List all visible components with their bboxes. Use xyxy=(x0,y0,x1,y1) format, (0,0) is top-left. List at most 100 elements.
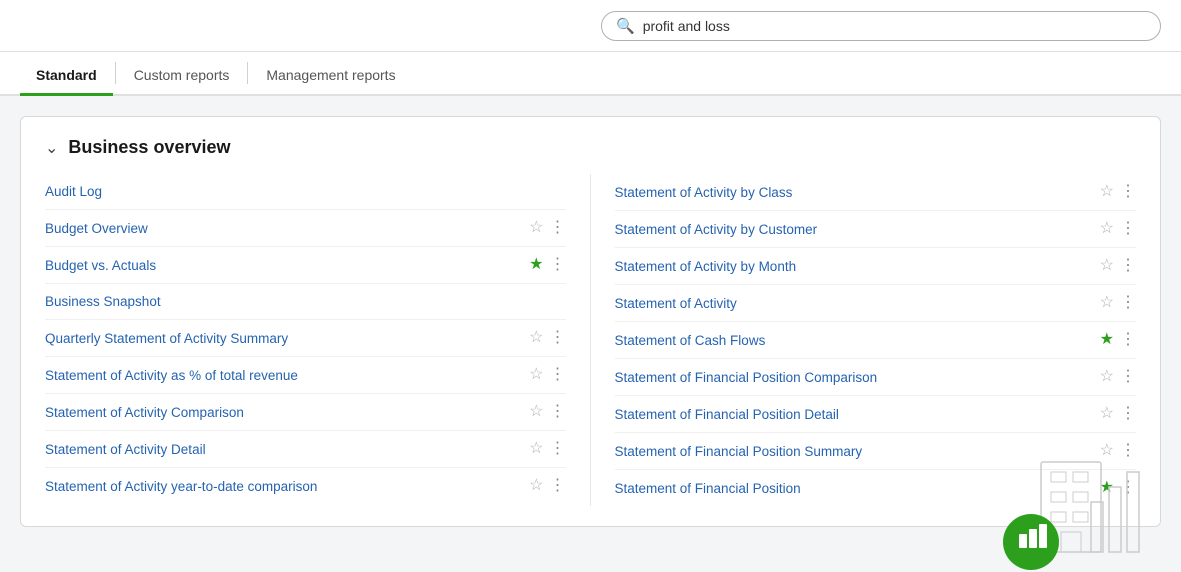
star-icon[interactable]: ☆ xyxy=(1100,295,1114,311)
report-actions: ☆⋮ xyxy=(529,441,565,457)
more-icon[interactable]: ⋮ xyxy=(1120,406,1136,422)
star-icon[interactable]: ☆ xyxy=(1100,184,1114,200)
star-icon[interactable]: ☆ xyxy=(529,330,543,346)
main-content: ⌄ Business overview Audit Log Budget Over… xyxy=(0,96,1181,547)
report-actions: ☆⋮ xyxy=(529,330,565,346)
star-icon[interactable]: ☆ xyxy=(529,478,543,494)
more-icon[interactable]: ⋮ xyxy=(1120,221,1136,237)
report-item[interactable]: Statement of Activity Detail☆⋮ xyxy=(45,431,566,468)
report-item[interactable]: Statement of Activity by Customer☆⋮ xyxy=(615,211,1137,248)
star-icon[interactable]: ☆ xyxy=(1100,369,1114,385)
right-column: Statement of Activity by Class☆⋮Statemen… xyxy=(591,174,1137,506)
star-icon[interactable]: ☆ xyxy=(1100,258,1114,274)
report-actions: ☆⋮ xyxy=(1100,443,1136,459)
report-actions: ★⋮ xyxy=(1100,480,1136,496)
star-icon[interactable]: ☆ xyxy=(1100,221,1114,237)
report-actions: ☆⋮ xyxy=(1100,258,1136,274)
more-icon[interactable]: ⋮ xyxy=(1120,184,1136,200)
star-icon[interactable]: ☆ xyxy=(529,220,543,236)
left-column: Audit LogBudget Overview☆⋮Budget vs. Act… xyxy=(45,174,591,506)
more-icon[interactable]: ⋮ xyxy=(1120,258,1136,274)
tab-standard[interactable]: Standard xyxy=(20,57,113,96)
report-item[interactable]: Statement of Activity by Class☆⋮ xyxy=(615,174,1137,211)
report-name[interactable]: Statement of Activity by Customer xyxy=(615,222,1092,237)
more-icon[interactable]: ⋮ xyxy=(550,220,566,236)
report-actions: ☆⋮ xyxy=(1100,184,1136,200)
more-icon[interactable]: ⋮ xyxy=(550,478,566,494)
report-name[interactable]: Statement of Activity by Month xyxy=(615,259,1092,274)
report-actions: ★⋮ xyxy=(529,257,565,273)
report-item[interactable]: Statement of Activity by Month☆⋮ xyxy=(615,248,1137,285)
report-item[interactable]: Audit Log xyxy=(45,174,566,210)
report-actions: ☆⋮ xyxy=(529,220,565,236)
tab-divider-1 xyxy=(115,62,116,84)
more-icon[interactable]: ⋮ xyxy=(1120,480,1136,496)
report-actions: ★⋮ xyxy=(1100,332,1136,348)
report-item[interactable]: Budget vs. Actuals★⋮ xyxy=(45,247,566,284)
report-name[interactable]: Statement of Financial Position xyxy=(615,481,1092,496)
reports-grid: Audit LogBudget Overview☆⋮Budget vs. Act… xyxy=(45,174,1136,506)
star-icon[interactable]: ☆ xyxy=(1100,443,1114,459)
report-actions: ☆⋮ xyxy=(1100,295,1136,311)
more-icon[interactable]: ⋮ xyxy=(550,367,566,383)
chevron-down-icon: ⌄ xyxy=(45,138,58,158)
report-name[interactable]: Business Snapshot xyxy=(45,294,518,309)
star-icon[interactable]: ★ xyxy=(1100,480,1114,496)
report-name[interactable]: Statement of Activity year-to-date compa… xyxy=(45,479,521,494)
star-icon[interactable]: ★ xyxy=(1100,332,1114,348)
search-input[interactable] xyxy=(643,18,1146,34)
more-icon[interactable]: ⋮ xyxy=(1120,443,1136,459)
star-icon[interactable]: ☆ xyxy=(529,404,543,420)
search-icon: 🔍 xyxy=(616,17,635,35)
report-name[interactable]: Budget vs. Actuals xyxy=(45,258,521,273)
report-item[interactable]: Statement of Activity☆⋮ xyxy=(615,285,1137,322)
section-header[interactable]: ⌄ Business overview xyxy=(45,137,1136,158)
report-actions: ☆⋮ xyxy=(529,367,565,383)
report-item[interactable]: Budget Overview☆⋮ xyxy=(45,210,566,247)
report-name[interactable]: Statement of Activity xyxy=(615,296,1092,311)
report-actions: ☆⋮ xyxy=(1100,221,1136,237)
more-icon[interactable]: ⋮ xyxy=(1120,369,1136,385)
tab-management-reports[interactable]: Management reports xyxy=(250,57,411,96)
top-bar: 🔍 xyxy=(0,0,1181,52)
report-item[interactable]: Quarterly Statement of Activity Summary ☆… xyxy=(45,320,566,357)
report-name[interactable]: Quarterly Statement of Activity Summary xyxy=(45,331,521,346)
report-name[interactable]: Statement of Activity Detail xyxy=(45,442,521,457)
tab-custom-reports[interactable]: Custom reports xyxy=(118,57,246,96)
report-name[interactable]: Statement of Activity Comparison xyxy=(45,405,521,420)
star-icon[interactable]: ★ xyxy=(529,257,543,273)
section-card: ⌄ Business overview Audit Log Budget Over… xyxy=(20,116,1161,527)
report-item[interactable]: Statement of Financial Position Summary ☆… xyxy=(615,433,1137,470)
report-item[interactable]: Statement of Activity year-to-date compa… xyxy=(45,468,566,504)
star-icon[interactable]: ☆ xyxy=(1100,406,1114,422)
report-name[interactable]: Statement of Financial Position Comparis… xyxy=(615,370,1092,385)
report-name[interactable]: Statement of Financial Position Detail xyxy=(615,407,1092,422)
report-item[interactable]: Statement of Financial Position Detail☆⋮ xyxy=(615,396,1137,433)
search-container: 🔍 xyxy=(601,11,1161,41)
report-item[interactable]: Business Snapshot xyxy=(45,284,566,320)
report-actions: ☆⋮ xyxy=(1100,406,1136,422)
more-icon[interactable]: ⋮ xyxy=(1120,332,1136,348)
report-name[interactable]: Statement of Activity as % of total reve… xyxy=(45,368,521,383)
more-icon[interactable]: ⋮ xyxy=(550,330,566,346)
section-title: Business overview xyxy=(68,137,230,158)
report-name[interactable]: Audit Log xyxy=(45,184,518,199)
report-item[interactable]: Statement of Cash Flows★⋮ xyxy=(615,322,1137,359)
more-icon[interactable]: ⋮ xyxy=(550,441,566,457)
tab-divider-2 xyxy=(247,62,248,84)
report-item[interactable]: Statement of Activity as % of total reve… xyxy=(45,357,566,394)
report-actions: ☆⋮ xyxy=(1100,369,1136,385)
more-icon[interactable]: ⋮ xyxy=(1120,295,1136,311)
report-name[interactable]: Budget Overview xyxy=(45,221,521,236)
star-icon[interactable]: ☆ xyxy=(529,441,543,457)
report-actions: ☆⋮ xyxy=(529,478,565,494)
star-icon[interactable]: ☆ xyxy=(529,367,543,383)
report-item[interactable]: Statement of Activity Comparison ☆ ⋮ xyxy=(45,394,566,431)
report-name[interactable]: Statement of Financial Position Summary xyxy=(615,444,1092,459)
report-item[interactable]: Statement of Financial Position Comparis… xyxy=(615,359,1137,396)
more-icon[interactable]: ⋮ xyxy=(550,257,566,273)
report-item[interactable]: Statement of Financial Position★⋮ xyxy=(615,470,1137,506)
report-name[interactable]: Statement of Cash Flows xyxy=(615,333,1092,348)
more-icon[interactable]: ⋮ xyxy=(550,404,566,420)
report-name[interactable]: Statement of Activity by Class xyxy=(615,185,1092,200)
